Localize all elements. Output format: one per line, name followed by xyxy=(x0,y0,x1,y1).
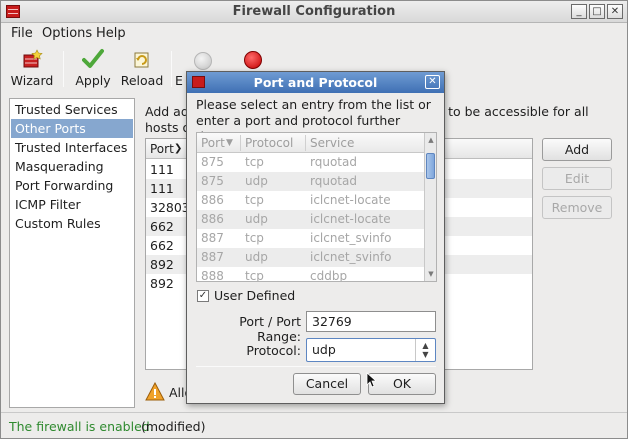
category-icmp-filter[interactable]: ICMP Filter xyxy=(11,195,133,214)
row-protocol: udp xyxy=(245,250,268,264)
port-protocol-dialog: Port and Protocol ✕ Please select an ent… xyxy=(186,71,445,404)
status-modified: (modified) xyxy=(141,419,206,434)
row-protocol: udp xyxy=(245,212,268,226)
row-service: cddbp xyxy=(310,269,348,282)
column-protocol[interactable]: Protocol xyxy=(245,136,293,150)
toolbar-separator xyxy=(63,51,64,87)
list-item[interactable]: 888 tcp cddbp xyxy=(197,267,424,282)
column-divider xyxy=(305,135,306,151)
user-defined-label[interactable]: User Defined xyxy=(214,288,295,303)
list-item[interactable]: 887 udp iclcnet_svinfo xyxy=(197,248,424,267)
list-item[interactable]: 875 tcp rquotad xyxy=(197,153,424,172)
list-item[interactable]: 887 tcp iclcnet_svinfo xyxy=(197,229,424,248)
protocol-select[interactable]: udp ▲ ▼ xyxy=(306,338,436,362)
row-port: 886 xyxy=(201,212,224,226)
list-item[interactable]: 886 udp iclcnet-locate xyxy=(197,210,424,229)
category-custom-rules[interactable]: Custom Rules xyxy=(11,214,133,233)
category-other-ports[interactable]: Other Ports xyxy=(11,119,133,138)
category-trusted-interfaces[interactable]: Trusted Interfaces xyxy=(11,138,133,157)
service-list-header: Port ▼ Protocol Service xyxy=(197,133,424,153)
close-button[interactable]: ✕ xyxy=(607,4,623,19)
row-service: iclcnet_svinfo xyxy=(310,231,392,245)
enable-grey-light-icon xyxy=(194,52,212,70)
column-divider xyxy=(240,135,241,151)
row-port: 886 xyxy=(201,193,224,207)
wizard-button[interactable]: Wizard xyxy=(9,45,55,93)
maximize-button[interactable]: □ xyxy=(589,4,605,19)
protocol-value: udp xyxy=(312,342,336,357)
dialog-title: Port and Protocol xyxy=(253,75,378,90)
menu-options[interactable]: Options xyxy=(42,26,92,41)
category-masquerading[interactable]: Masquerading xyxy=(11,157,133,176)
port-range-label: Port / Port Range: xyxy=(239,314,301,344)
row-port: 875 xyxy=(201,174,224,188)
ok-button[interactable]: OK xyxy=(368,373,436,395)
chevron-down-icon: ▼ xyxy=(226,138,233,148)
user-defined-checkbox[interactable]: ✓ xyxy=(197,290,209,302)
row-protocol: tcp xyxy=(245,193,264,207)
service-list[interactable]: Port ▼ Protocol Service 875 tcp rquotad … xyxy=(196,132,437,282)
row-service: iclcnet_svinfo xyxy=(310,250,392,264)
category-port-forwarding[interactable]: Port Forwarding xyxy=(11,176,133,195)
category-list: Trusted Services Other Ports Trusted Int… xyxy=(9,98,135,408)
list-item[interactable]: 886 tcp iclcnet-locate xyxy=(197,191,424,210)
row-service: rquotad xyxy=(310,174,357,188)
list-item[interactable]: 875 udp rquotad xyxy=(197,172,424,191)
updown-chevron-icon: ▲ ▼ xyxy=(415,339,435,361)
toolbar-separator xyxy=(171,51,172,87)
dialog-title-bar: Port and Protocol ✕ xyxy=(187,72,444,93)
edit-port-button[interactable]: Edit xyxy=(542,167,612,190)
port-range-input[interactable]: 32769 xyxy=(306,311,436,332)
wizard-label: Wizard xyxy=(10,73,54,88)
dialog-separator xyxy=(196,366,436,367)
service-list-scrollbar[interactable]: ▲ ▼ xyxy=(424,133,436,281)
row-port: 875 xyxy=(201,155,224,169)
warning-icon xyxy=(145,382,165,401)
reload-button[interactable]: Reload xyxy=(119,45,165,93)
apply-label: Apply xyxy=(75,73,111,88)
row-protocol: tcp xyxy=(245,269,264,282)
row-port: 887 xyxy=(201,250,224,264)
checkmark-icon xyxy=(82,49,104,68)
row-protocol: tcp xyxy=(245,231,264,245)
column-port[interactable]: Port xyxy=(201,136,225,150)
row-port: 888 xyxy=(201,269,224,282)
menu-bar: File Options Help xyxy=(1,23,627,45)
dialog-close-button[interactable]: ✕ xyxy=(425,75,440,89)
scrollbar-thumb[interactable] xyxy=(426,153,435,179)
row-port: 887 xyxy=(201,231,224,245)
apply-button[interactable]: Apply xyxy=(71,45,115,93)
row-protocol: tcp xyxy=(245,155,264,169)
scroll-down-icon[interactable]: ▼ xyxy=(426,269,436,279)
reload-icon xyxy=(134,52,149,68)
wizard-icon xyxy=(23,49,43,68)
mouse-cursor-icon xyxy=(366,372,376,388)
row-service: iclcnet-locate xyxy=(310,212,391,226)
column-port[interactable]: Port xyxy=(150,142,174,156)
window-title: Firewall Configuration xyxy=(232,4,396,19)
scroll-up-icon[interactable]: ▲ xyxy=(426,135,436,145)
category-trusted-services[interactable]: Trusted Services xyxy=(11,100,133,119)
status-bar: The firewall is enabled. (modified) xyxy=(1,412,627,438)
disable-red-light-icon[interactable] xyxy=(244,51,262,69)
cancel-button[interactable]: Cancel xyxy=(293,373,361,395)
menu-file[interactable]: File xyxy=(11,26,33,41)
reload-label: Reload xyxy=(120,73,164,88)
protocol-label: Protocol: xyxy=(246,343,301,358)
row-service: iclcnet-locate xyxy=(310,193,391,207)
title-bar: Firewall Configuration _ □ ✕ xyxy=(1,1,627,23)
row-service: rquotad xyxy=(310,155,357,169)
remove-port-button[interactable]: Remove xyxy=(542,196,612,219)
column-service[interactable]: Service xyxy=(310,136,354,150)
minimize-button[interactable]: _ xyxy=(571,4,587,19)
add-port-button[interactable]: Add xyxy=(542,138,612,161)
chevron-down-icon: ❯ xyxy=(174,143,183,154)
row-protocol: udp xyxy=(245,174,268,188)
menu-help[interactable]: Help xyxy=(96,26,126,41)
status-enabled: The firewall is enabled. xyxy=(9,419,154,434)
